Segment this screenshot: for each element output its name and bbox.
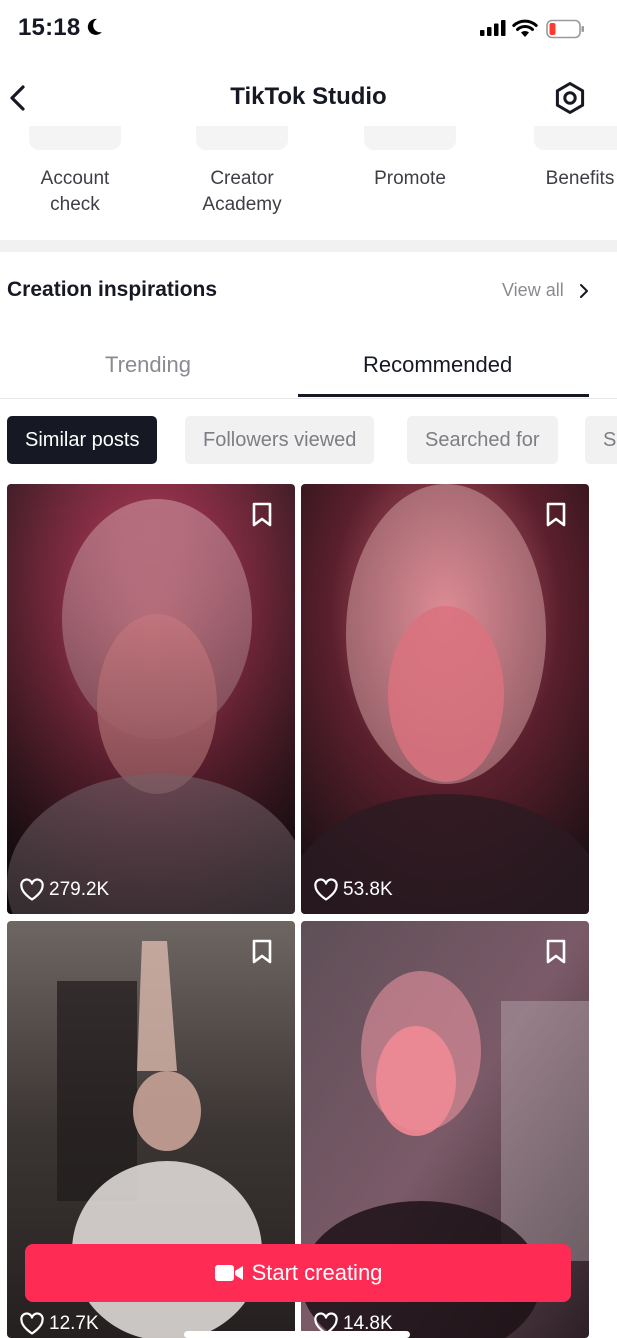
chip-more[interactable]: S (585, 416, 617, 464)
like-count-text: 12.7K (49, 1313, 99, 1334)
tool-creator-academy[interactable]: Creator Academy (162, 126, 322, 218)
heart-icon (20, 878, 44, 901)
post-card[interactable]: 53.8K (301, 484, 589, 914)
tool-icon-tile (29, 126, 121, 150)
signal-icon (480, 20, 506, 36)
tab-trending[interactable]: Trending (105, 352, 191, 378)
tool-label: Account check (40, 168, 110, 215)
inspiration-tabs: Trending Recommended (0, 344, 617, 399)
chip-searched-for[interactable]: Searched for (407, 416, 558, 464)
like-count: 53.8K (313, 878, 393, 902)
chevron-right-icon[interactable] (578, 283, 590, 299)
heart-icon (314, 878, 338, 901)
section-title: Creation inspirations (7, 278, 218, 301)
wifi-icon (512, 19, 538, 37)
bookmark-icon[interactable] (545, 939, 567, 965)
tool-label: Creator Academy (202, 168, 282, 215)
studio-tools-row: Account check Creator Academy Promote Be… (0, 126, 617, 240)
home-indicator (184, 1331, 410, 1338)
tool-icon-tile (196, 126, 288, 150)
view-all-link[interactable]: View all (502, 280, 564, 301)
gear-icon[interactable] (552, 80, 588, 116)
moon-icon (87, 18, 102, 35)
filter-chips: Similar posts Followers viewed Searched … (0, 416, 617, 464)
chip-similar-posts[interactable]: Similar posts (7, 416, 158, 464)
tool-label: Benefits (545, 168, 615, 189)
tool-label: Promote (374, 168, 446, 189)
like-count-text: 279.2K (49, 879, 110, 900)
bookmark-icon[interactable] (251, 939, 273, 965)
start-creating-button[interactable]: Start creating (25, 1244, 571, 1302)
like-count: 12.7K (19, 1312, 99, 1336)
post-thumbnail (301, 484, 589, 914)
bookmark-icon[interactable] (545, 502, 567, 528)
battery-icon (546, 19, 584, 39)
active-tab-indicator (298, 394, 589, 397)
section-divider (0, 240, 617, 252)
tool-icon-tile (534, 126, 617, 150)
start-creating-label: Start creating (251, 1260, 383, 1285)
like-count-text: 53.8K (343, 879, 393, 900)
tool-icon-tile (364, 126, 456, 150)
heart-icon (20, 1312, 44, 1335)
video-camera-icon (214, 1265, 243, 1281)
tool-account-check[interactable]: Account check (0, 126, 155, 218)
post-card[interactable]: 279.2K (7, 484, 295, 914)
page-title: TikTok Studio (230, 83, 387, 110)
post-thumbnail (7, 484, 295, 914)
status-bar: 15:18 (0, 0, 617, 56)
top-navigation-bar: TikTok Studio (0, 70, 617, 126)
like-count: 279.2K (19, 878, 109, 902)
tab-recommended[interactable]: Recommended (363, 352, 512, 378)
chip-followers-viewed[interactable]: Followers viewed (185, 416, 375, 464)
bookmark-icon[interactable] (251, 502, 273, 528)
status-time: 15:18 (18, 14, 81, 41)
tool-promote[interactable]: Promote (330, 126, 490, 192)
tool-benefits[interactable]: Benefits (500, 126, 617, 192)
